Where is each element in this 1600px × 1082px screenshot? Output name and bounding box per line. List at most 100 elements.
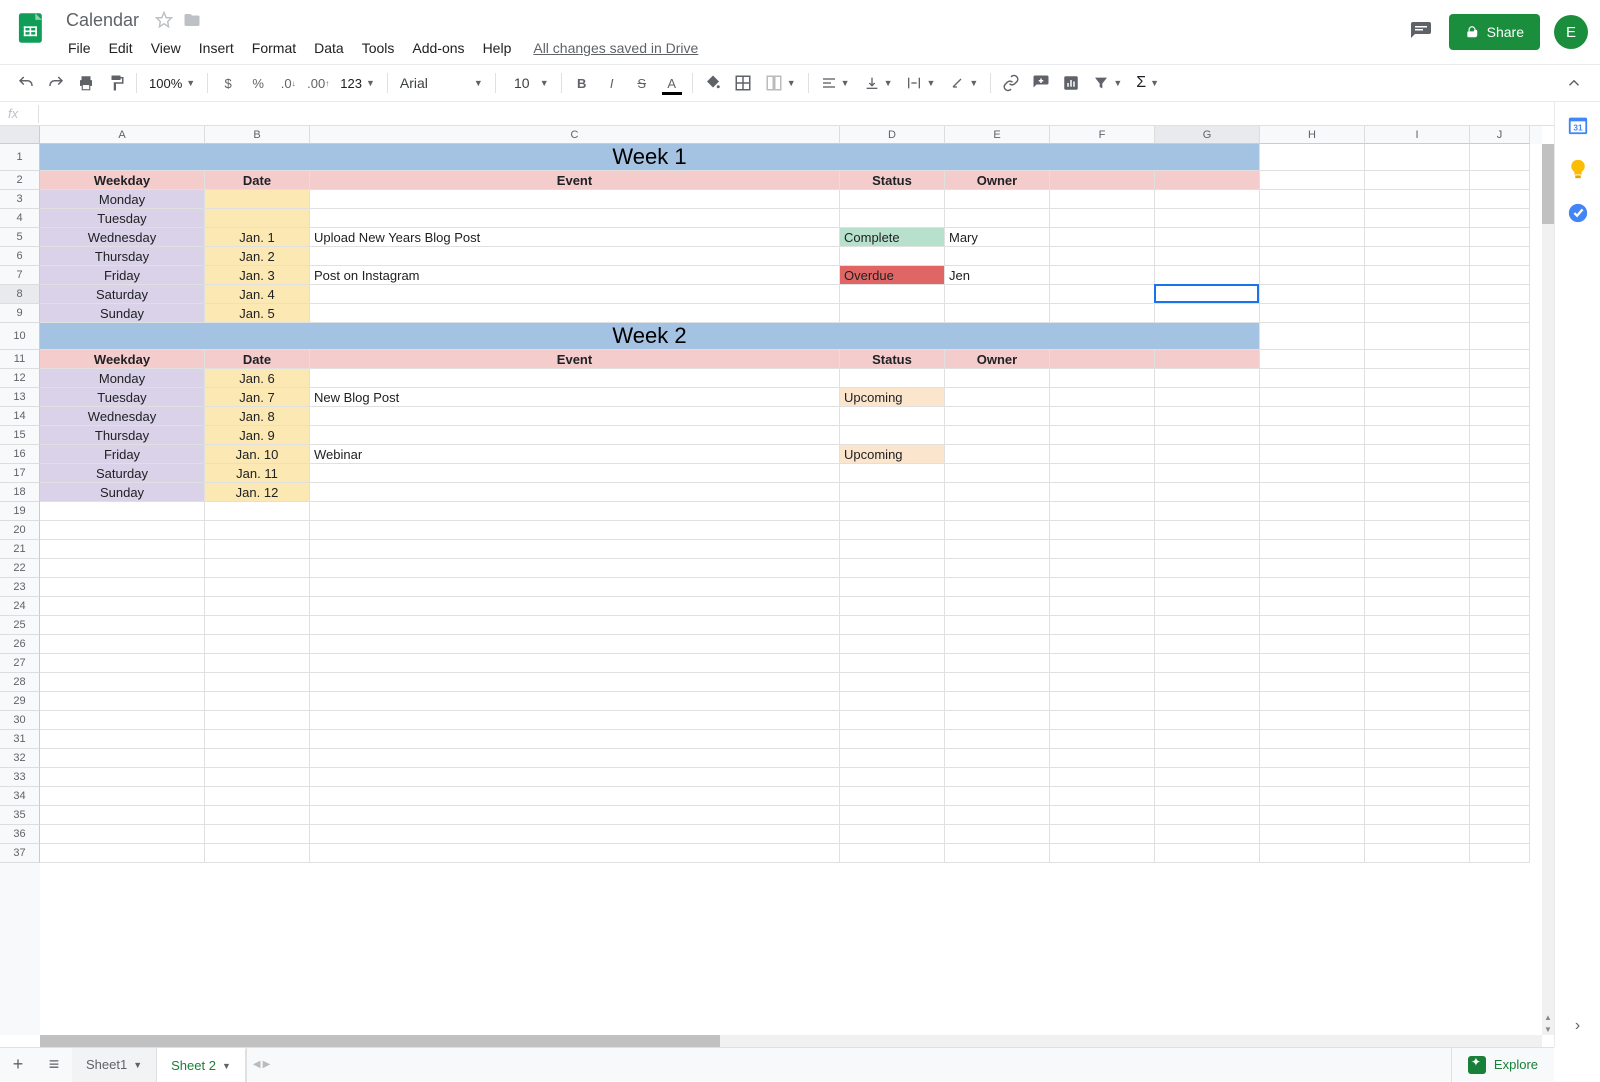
cell-H11[interactable] xyxy=(1260,350,1365,369)
cell-I4[interactable] xyxy=(1365,209,1470,228)
cell-F5[interactable] xyxy=(1050,228,1155,247)
cell-H33[interactable] xyxy=(1260,768,1365,787)
cell-C17[interactable] xyxy=(310,464,840,483)
cell-I20[interactable] xyxy=(1365,521,1470,540)
cell-B13[interactable]: Jan. 7 xyxy=(205,388,310,407)
star-icon[interactable] xyxy=(155,11,173,29)
cell-B34[interactable] xyxy=(205,787,310,806)
cell-H1[interactable] xyxy=(1260,144,1365,171)
cell-H14[interactable] xyxy=(1260,407,1365,426)
cell-D2[interactable]: Status xyxy=(840,171,945,190)
tab-scroll-left-icon[interactable]: ◀ xyxy=(253,1059,261,1070)
cell-A16[interactable]: Friday xyxy=(40,445,205,464)
cell-A29[interactable] xyxy=(40,692,205,711)
cell-B27[interactable] xyxy=(205,654,310,673)
cell-E20[interactable] xyxy=(945,521,1050,540)
cell-C25[interactable] xyxy=(310,616,840,635)
menu-format[interactable]: Format xyxy=(244,36,304,60)
cell-J32[interactable] xyxy=(1470,749,1530,768)
cell-I19[interactable] xyxy=(1365,502,1470,521)
cell-I28[interactable] xyxy=(1365,673,1470,692)
cell-C3[interactable] xyxy=(310,190,840,209)
cell-I34[interactable] xyxy=(1365,787,1470,806)
cell-A23[interactable] xyxy=(40,578,205,597)
cell-I1[interactable] xyxy=(1365,144,1470,171)
cell-I22[interactable] xyxy=(1365,559,1470,578)
cell-I8[interactable] xyxy=(1365,285,1470,304)
cell-H36[interactable] xyxy=(1260,825,1365,844)
cell-G6[interactable] xyxy=(1155,247,1260,266)
cell-H21[interactable] xyxy=(1260,540,1365,559)
cell-C20[interactable] xyxy=(310,521,840,540)
cell-G16[interactable] xyxy=(1155,445,1260,464)
cell-J37[interactable] xyxy=(1470,844,1530,863)
cell-B36[interactable] xyxy=(205,825,310,844)
cell-F6[interactable] xyxy=(1050,247,1155,266)
account-avatar[interactable]: E xyxy=(1554,15,1588,49)
cell-C2[interactable]: Event xyxy=(310,171,840,190)
cell-C14[interactable] xyxy=(310,407,840,426)
cell-G28[interactable] xyxy=(1155,673,1260,692)
row-header-37[interactable]: 37 xyxy=(0,844,40,863)
cell-D33[interactable] xyxy=(840,768,945,787)
cell-J36[interactable] xyxy=(1470,825,1530,844)
cell-G35[interactable] xyxy=(1155,806,1260,825)
cell-I18[interactable] xyxy=(1365,483,1470,502)
menu-edit[interactable]: Edit xyxy=(101,36,141,60)
cell-E27[interactable] xyxy=(945,654,1050,673)
row-header-9[interactable]: 9 xyxy=(0,304,40,323)
menu-insert[interactable]: Insert xyxy=(191,36,242,60)
cell-F21[interactable] xyxy=(1050,540,1155,559)
row-header-29[interactable]: 29 xyxy=(0,692,40,711)
cell-D19[interactable] xyxy=(840,502,945,521)
currency-button[interactable]: $ xyxy=(214,70,242,96)
cell-H37[interactable] xyxy=(1260,844,1365,863)
cell-C19[interactable] xyxy=(310,502,840,521)
row-header-5[interactable]: 5 xyxy=(0,228,40,247)
row-header-31[interactable]: 31 xyxy=(0,730,40,749)
cell-H25[interactable] xyxy=(1260,616,1365,635)
cell-J31[interactable] xyxy=(1470,730,1530,749)
menu-view[interactable]: View xyxy=(143,36,189,60)
cell-I14[interactable] xyxy=(1365,407,1470,426)
cell-B6[interactable]: Jan. 2 xyxy=(205,247,310,266)
row-header-22[interactable]: 22 xyxy=(0,559,40,578)
cell-E3[interactable] xyxy=(945,190,1050,209)
cell-F36[interactable] xyxy=(1050,825,1155,844)
cell-I30[interactable] xyxy=(1365,711,1470,730)
cell-I10[interactable] xyxy=(1365,323,1470,350)
cell-C28[interactable] xyxy=(310,673,840,692)
cell-J10[interactable] xyxy=(1470,323,1530,350)
cell-I3[interactable] xyxy=(1365,190,1470,209)
cell-B29[interactable] xyxy=(205,692,310,711)
vertical-scrollbar[interactable]: ▲ ▼ xyxy=(1542,144,1554,1035)
cell-E2[interactable]: Owner xyxy=(945,171,1050,190)
cell-F28[interactable] xyxy=(1050,673,1155,692)
cell-A31[interactable] xyxy=(40,730,205,749)
cell-E6[interactable] xyxy=(945,247,1050,266)
cell-J24[interactable] xyxy=(1470,597,1530,616)
cell-J7[interactable] xyxy=(1470,266,1530,285)
cell-F27[interactable] xyxy=(1050,654,1155,673)
cell-F25[interactable] xyxy=(1050,616,1155,635)
cell-D13[interactable]: Upcoming xyxy=(840,388,945,407)
h-align-button[interactable]: ▼ xyxy=(815,70,856,96)
cell-B4[interactable] xyxy=(205,209,310,228)
move-folder-icon[interactable] xyxy=(183,11,201,29)
cell-H35[interactable] xyxy=(1260,806,1365,825)
increase-decimal-button[interactable]: .00↑ xyxy=(304,70,332,96)
cell-F8[interactable] xyxy=(1050,285,1155,304)
cell-B22[interactable] xyxy=(205,559,310,578)
document-title[interactable]: Calendar xyxy=(60,8,145,33)
cell-D21[interactable] xyxy=(840,540,945,559)
row-header-21[interactable]: 21 xyxy=(0,540,40,559)
cell-C33[interactable] xyxy=(310,768,840,787)
row-header-15[interactable]: 15 xyxy=(0,426,40,445)
cell-J21[interactable] xyxy=(1470,540,1530,559)
cell-F11[interactable] xyxy=(1050,350,1155,369)
cell-D34[interactable] xyxy=(840,787,945,806)
calendar-addon-icon[interactable]: 31 xyxy=(1567,114,1589,136)
cell-F15[interactable] xyxy=(1050,426,1155,445)
cell-D25[interactable] xyxy=(840,616,945,635)
cell-G30[interactable] xyxy=(1155,711,1260,730)
